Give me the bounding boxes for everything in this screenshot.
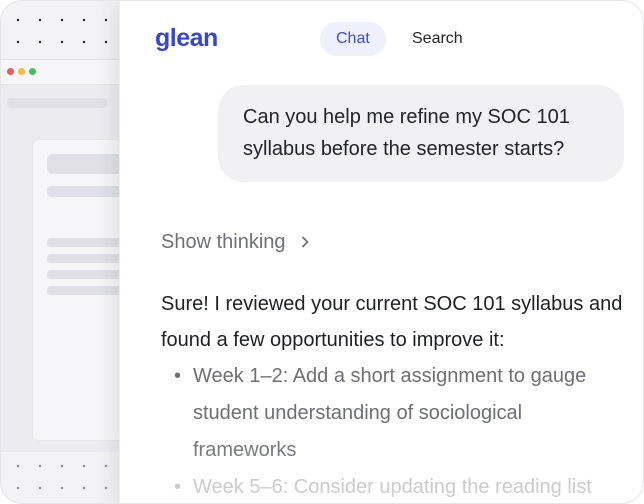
bullet-icon: • [174, 365, 182, 387]
background-app [1, 1, 127, 503]
tab-chat[interactable]: Chat [320, 22, 386, 56]
chevron-right-icon [301, 236, 308, 248]
list-item-text: Week 5–6: Consider updating the reading … [193, 476, 592, 498]
assistant-response-intro: Sure! I reviewed your current SOC 101 sy… [161, 293, 623, 351]
placeholder-bar [47, 238, 127, 247]
window-chrome [1, 60, 121, 85]
placeholder-bar [47, 270, 127, 279]
dot-pattern-bottom [1, 449, 121, 503]
glean-logo: glean [155, 24, 218, 52]
user-message-text: Can you help me refine my SOC 101 syllab… [243, 106, 570, 160]
suggestion-list: • Week 1–2: Add a short assignment to ga… [161, 358, 631, 503]
user-message-bubble: Can you help me refine my SOC 101 syllab… [218, 85, 624, 182]
tab-search[interactable]: Search [396, 22, 479, 56]
minimize-window-icon [18, 68, 25, 75]
list-item: • Week 5–6: Consider updating the readin… [161, 469, 631, 503]
placeholder-bar [47, 154, 127, 174]
placeholder-card [33, 140, 127, 440]
app-frame: glean Chat Search Can you help me refine… [0, 0, 644, 504]
placeholder-bar [47, 286, 127, 295]
list-item: • Week 1–2: Add a short assignment to ga… [161, 358, 631, 469]
bullet-icon: • [174, 476, 182, 498]
background-window [1, 59, 127, 452]
placeholder-bar [47, 186, 127, 197]
show-thinking-toggle[interactable]: Show thinking [161, 228, 312, 256]
close-window-icon [7, 68, 14, 75]
list-item-text: Week 1–2: Add a short assignment to gaug… [193, 365, 587, 461]
placeholder-bar [47, 254, 127, 263]
show-thinking-label: Show thinking [161, 230, 286, 253]
placeholder-bar [7, 98, 107, 108]
dot-pattern-top [1, 1, 121, 55]
chat-panel: glean Chat Search Can you help me refine… [119, 1, 643, 503]
maximize-window-icon [29, 68, 36, 75]
